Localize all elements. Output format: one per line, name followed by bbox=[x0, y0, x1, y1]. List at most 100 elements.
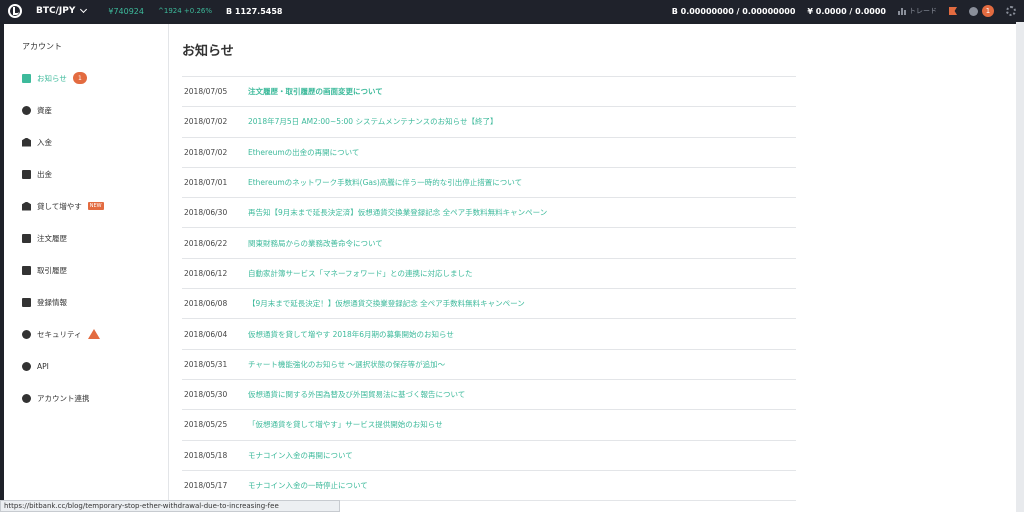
sidebar-item-label: 出金 bbox=[37, 169, 52, 179]
sidebar-item-label: 入金 bbox=[37, 137, 52, 147]
news-date: 2018/06/12 bbox=[184, 268, 228, 278]
news-row[interactable]: 2018/06/04 仮想通貨を貸して増やす 2018年6月期の募集開始のお知らせ bbox=[182, 319, 796, 350]
scrollbar[interactable] bbox=[1016, 22, 1024, 512]
bitbank-logo-icon[interactable] bbox=[8, 4, 22, 18]
warning-icon bbox=[87, 329, 100, 339]
news-title-link[interactable]: 仮想通貨を貸して増やす 2018年6月期の募集開始のお知らせ bbox=[248, 329, 454, 340]
news-row[interactable]: 2018/05/30 仮想通貨に関する外国為替及び外国貿易法に基づく報告について bbox=[182, 380, 796, 411]
pair-label: BTC/JPY bbox=[36, 6, 76, 16]
news-row[interactable]: 2018/05/18 モナコイン入金の再開について bbox=[182, 441, 796, 471]
sidebar-item-security[interactable]: セキュリティ bbox=[22, 327, 100, 341]
news-date: 2018/06/30 bbox=[184, 208, 228, 218]
sidebar-item-trade-history[interactable]: 取引履歴 bbox=[22, 263, 67, 277]
news-icon bbox=[22, 73, 31, 83]
news-count-badge: 1 bbox=[72, 72, 87, 84]
news-date: 2018/07/02 bbox=[184, 147, 228, 157]
news-title-link[interactable]: モナコイン入金の一時停止について bbox=[248, 480, 368, 491]
trade-label: トレード bbox=[909, 7, 937, 15]
sidebar-item-label: API bbox=[37, 361, 49, 371]
id-card-icon bbox=[22, 297, 31, 307]
news-title-link[interactable]: 再告知【9月末まで延長決定済】仮想通貨交換業登録記念 全ペア手数料無料キャンペー… bbox=[248, 207, 547, 218]
news-title-link[interactable]: Ethereumのネットワーク手数料(Gas)高騰に伴う一時的な引出停止措置につ… bbox=[248, 177, 522, 188]
chevron-down-icon bbox=[80, 5, 88, 14]
news-title-link[interactable]: モナコイン入金の再開について bbox=[248, 450, 353, 461]
sidebar-item-label: 貸して増やす bbox=[37, 201, 82, 211]
news-title-link[interactable]: Ethereumの出金の再開について bbox=[248, 147, 359, 158]
news-date: 2018/05/30 bbox=[184, 390, 228, 400]
news-title-link[interactable]: 【9月末まで延長決定！】仮想通貨交換業登録記念 全ペア手数料無料キャンペーン bbox=[248, 298, 525, 309]
sidebar-item-label: 資産 bbox=[37, 105, 52, 115]
news-list: 2018/07/05 注文履歴・取引履歴の画面変更について 2018/07/02 2… bbox=[182, 76, 796, 502]
sidebar-item-news[interactable]: お知らせ 1 bbox=[22, 71, 87, 85]
sidebar-item-order-history[interactable]: 注文履歴 bbox=[22, 231, 67, 245]
lending-icon bbox=[22, 201, 31, 211]
sidebar-item-account-link[interactable]: アカウント連携 bbox=[22, 391, 90, 405]
gear-icon[interactable] bbox=[1006, 6, 1016, 16]
status-url: https://bitbank.cc/blog/temporary-stop-e… bbox=[4, 502, 279, 510]
sidebar-item-label: 登録情報 bbox=[37, 297, 67, 307]
news-date: 2018/07/01 bbox=[184, 178, 228, 188]
shield-icon bbox=[22, 329, 31, 339]
content-panel: アカウント お知らせ 1 資産 入金 出金 貸して増やす NEW 注文履歴 取引… bbox=[4, 24, 1016, 512]
news-date: 2018/05/18 bbox=[184, 450, 228, 460]
news-date: 2018/05/31 bbox=[184, 359, 228, 369]
page-title: お知らせ bbox=[182, 44, 234, 59]
bank-icon bbox=[22, 137, 31, 147]
news-title-link[interactable]: 「仮想通貨を貸して増やす」サービス提供開始のお知らせ bbox=[248, 419, 443, 430]
clipboard-icon bbox=[22, 233, 31, 243]
news-row[interactable]: 2018/05/31 チャート機能強化のお知らせ ～選択状態の保存等が追加～ bbox=[182, 350, 796, 380]
news-row[interactable]: 2018/07/05 注文履歴・取引履歴の画面変更について bbox=[182, 77, 796, 108]
assets-icon bbox=[22, 105, 31, 115]
news-row[interactable]: 2018/06/22 関東財務局からの業務改善命令について bbox=[182, 228, 796, 259]
users-icon bbox=[22, 393, 31, 403]
sidebar-item-deposit[interactable]: 入金 bbox=[22, 135, 52, 149]
news-title-link[interactable]: 自動家計簿サービス「マネーフォワード」との連携に対応しました bbox=[248, 268, 472, 279]
news-date: 2018/06/22 bbox=[184, 238, 228, 248]
price-change: ^1924 +0.26% bbox=[158, 7, 213, 15]
news-row[interactable]: 2018/07/02 Ethereumの出金の再開について bbox=[182, 138, 796, 168]
jpy-balance: ¥ 0.0000 / 0.0000 bbox=[807, 6, 886, 16]
news-row[interactable]: 2018/07/01 Ethereumのネットワーク手数料(Gas)高騰に伴う一時… bbox=[182, 168, 796, 199]
pair-selector[interactable]: BTC/JPY bbox=[36, 5, 88, 16]
news-title-link[interactable]: 注文履歴・取引履歴の画面変更について bbox=[248, 86, 383, 97]
news-title-link[interactable]: 関東財務局からの業務改善命令について bbox=[248, 238, 383, 249]
account-sidebar: アカウント お知らせ 1 資産 入金 出金 貸して増やす NEW 注文履歴 取引… bbox=[4, 24, 169, 512]
gear-icon bbox=[22, 361, 31, 371]
news-row[interactable]: 2018/06/08 【9月末まで延長決定！】仮想通貨交換業登録記念 全ペア手数料… bbox=[182, 289, 796, 320]
new-badge: NEW bbox=[87, 202, 104, 210]
news-date: 2018/06/04 bbox=[184, 329, 228, 339]
last-price: ¥740924 bbox=[108, 6, 144, 16]
browser-status-bar: https://bitbank.cc/blog/temporary-stop-e… bbox=[0, 500, 340, 512]
sidebar-item-api[interactable]: API bbox=[22, 359, 49, 373]
news-row[interactable]: 2018/06/12 自動家計簿サービス「マネーフォワード」との連携に対応しました bbox=[182, 259, 796, 290]
news-title-link[interactable]: チャート機能強化のお知らせ ～選択状態の保存等が追加～ bbox=[248, 359, 445, 370]
news-date: 2018/05/17 bbox=[184, 481, 228, 490]
flag-icon[interactable] bbox=[949, 7, 957, 15]
news-date: 2018/06/08 bbox=[184, 299, 228, 309]
news-row[interactable]: 2018/07/02 2018年7月5日 AM2:00~5:00 システムメンテナ… bbox=[182, 107, 796, 138]
news-row[interactable]: 2018/05/17 モナコイン入金の一時停止について bbox=[182, 471, 796, 502]
sidebar-item-label: お知らせ bbox=[37, 73, 67, 83]
sidebar-item-label: 取引履歴 bbox=[37, 265, 67, 275]
news-row[interactable]: 2018/06/30 再告知【9月末まで延長決定済】仮想通貨交換業登録記念 全ペア… bbox=[182, 198, 796, 229]
news-title-link[interactable]: 2018年7月5日 AM2:00~5:00 システムメンテナンスのお知らせ【終了… bbox=[248, 116, 497, 127]
chart-bars-icon bbox=[898, 7, 906, 15]
top-bar: BTC/JPY ¥740924 ^1924 +0.26% B 1127.5458… bbox=[0, 0, 1024, 22]
withdraw-icon bbox=[22, 169, 31, 179]
sidebar-item-label: アカウント連携 bbox=[37, 393, 90, 403]
news-title-link[interactable]: 仮想通貨に関する外国為替及び外国貿易法に基づく報告について bbox=[248, 389, 465, 400]
news-date: 2018/07/02 bbox=[184, 117, 228, 127]
user-icon[interactable] bbox=[969, 6, 978, 16]
sidebar-item-assets[interactable]: 資産 bbox=[22, 103, 52, 117]
news-row[interactable]: 2018/05/25 「仮想通貨を貸して増やす」サービス提供開始のお知らせ bbox=[182, 410, 796, 441]
sidebar-item-withdraw[interactable]: 出金 bbox=[22, 167, 52, 181]
sidebar-title: アカウント bbox=[22, 42, 62, 51]
news-date: 2018/07/05 bbox=[184, 87, 228, 97]
sidebar-item-lending[interactable]: 貸して増やす NEW bbox=[22, 199, 104, 213]
notification-badge[interactable]: 1 bbox=[982, 5, 994, 17]
trade-link[interactable]: トレード bbox=[898, 6, 937, 16]
sidebar-item-profile[interactable]: 登録情報 bbox=[22, 295, 67, 309]
news-date: 2018/05/25 bbox=[184, 420, 228, 430]
document-icon bbox=[22, 265, 31, 275]
btc-price: B 1127.5458 bbox=[226, 6, 283, 16]
